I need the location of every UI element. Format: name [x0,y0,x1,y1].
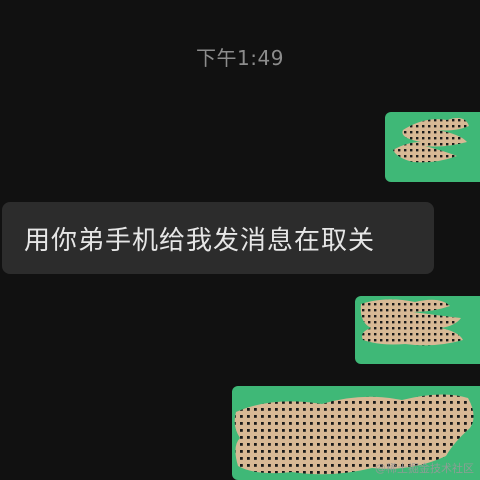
outgoing-message-bubble[interactable] [385,112,480,182]
redaction-scribble [360,299,463,346]
message-text: 用你弟手机给我发消息在取关 [24,225,376,256]
redaction-scribble [393,118,469,163]
message-timestamp: 下午1:49 [196,46,284,70]
outgoing-message-bubble[interactable] [355,296,480,364]
incoming-message-bubble[interactable]: 用你弟手机给我发消息在取关 [2,202,434,274]
chat-screen: 下午1:49 用你弟手机给我发消息在取关 @稀土掘金技术社区 [0,0,480,480]
watermark: @稀土掘金技术社区 [375,462,474,475]
